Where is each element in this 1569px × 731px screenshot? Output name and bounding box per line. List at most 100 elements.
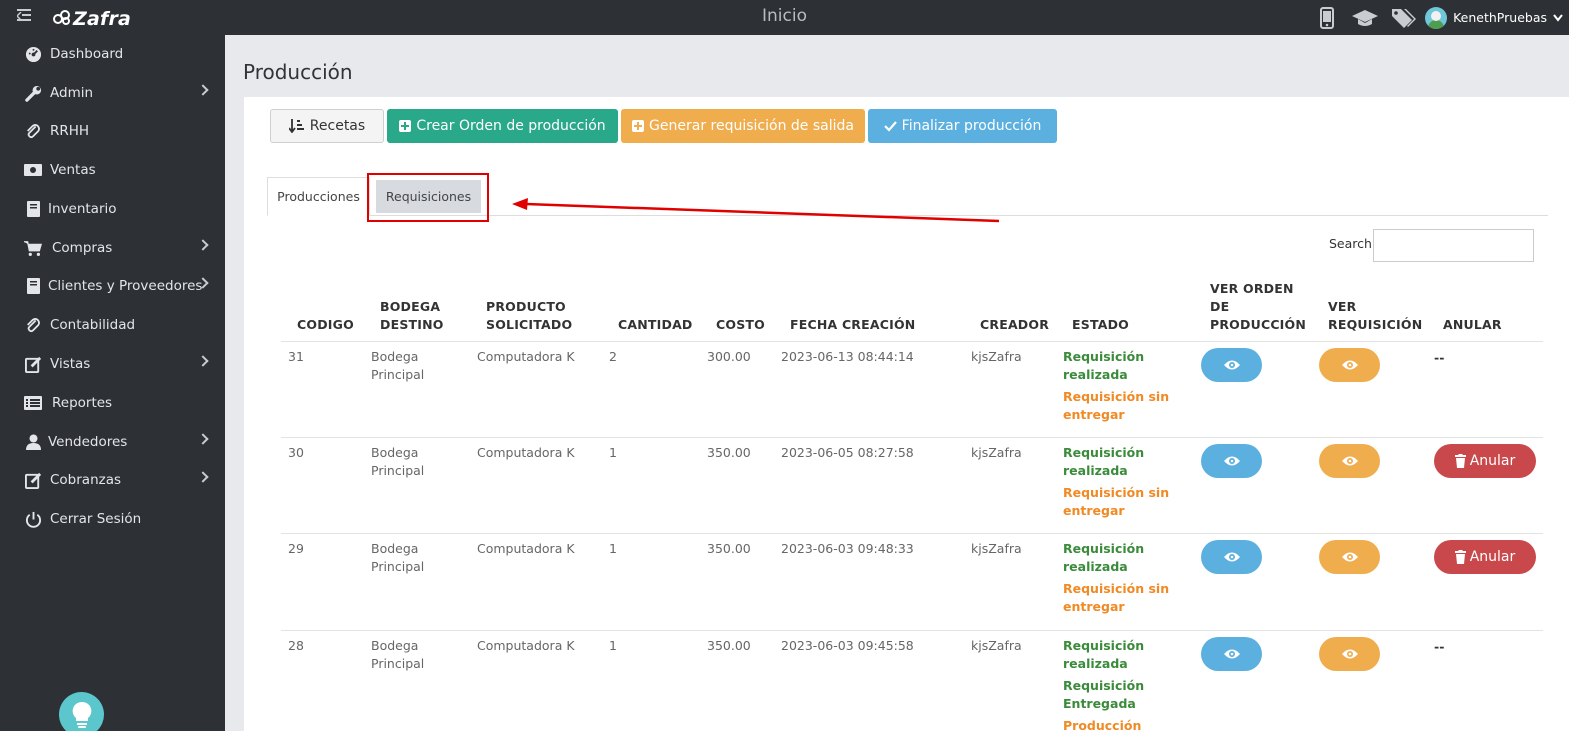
sidebar-item-contabilidad[interactable]: Contabilidad [0,307,225,343]
cell-bodega-line2: Principal [371,367,425,382]
power-icon [24,510,42,528]
crear-orden-button[interactable]: Crear Orden de producción [387,109,618,143]
sidebar-toggle-icon[interactable] [17,9,31,23]
lightbulb-help-button[interactable] [59,692,104,731]
dashboard-icon [24,45,42,63]
th-creador[interactable]: CREADOR [980,316,1049,334]
ver-requisicion-button[interactable] [1319,540,1380,574]
cell-creador: kjsZafra [971,541,1022,556]
ver-orden-button[interactable] [1201,444,1262,478]
th-cantidad[interactable]: CANTIDAD [618,316,693,334]
sidebar-item-vendedores[interactable]: Vendedores [0,424,225,460]
mobile-icon[interactable] [1313,0,1341,35]
anular-empty: -- [1434,639,1445,654]
sidebar-item-label: Vistas [50,356,91,372]
eye-icon [1223,649,1240,659]
recetas-button[interactable]: Recetas [270,109,384,143]
sidebar-item-inventario[interactable]: Inventario [0,191,225,227]
th-anular[interactable]: ANULAR [1443,316,1502,334]
status-badge: Requisición Entregada [1063,677,1173,713]
ver-requisicion-button[interactable] [1319,348,1380,382]
avatar [1425,6,1448,29]
th-ver-requisicion[interactable]: VER REQUISICIÓN [1328,298,1422,334]
search-input[interactable] [1373,229,1534,262]
sidebar-item-admin[interactable]: Admin [0,75,225,111]
ver-orden-button[interactable] [1201,540,1262,574]
tab-producciones[interactable]: Producciones [267,177,370,216]
th-ver-orden[interactable]: VER ORDEN DE PRODUCCIÓN [1210,280,1306,334]
cell-producto: Computadora K [477,445,575,460]
th-estado[interactable]: ESTADO [1072,316,1129,334]
status-line: realizada [1063,463,1128,478]
sidebar-item-compras[interactable]: Compras [0,230,225,266]
th-line: DESTINO [380,317,444,332]
sidebar-item-vistas[interactable]: Vistas [0,346,225,382]
graduation-cap-icon[interactable] [1351,0,1379,35]
ver-orden-button[interactable] [1201,637,1262,671]
ver-requisicion-button[interactable] [1319,444,1380,478]
sidebar-item-ventas[interactable]: Ventas [0,152,225,188]
wrench-icon [24,84,42,102]
sidebar-item-cobranzas[interactable]: Cobranzas [0,462,225,498]
cell-creador: kjsZafra [971,445,1022,460]
eye-icon [1341,360,1358,370]
generar-requisicion-button[interactable]: Generar requisición de salida [621,109,865,143]
cell-codigo: 31 [288,349,304,364]
sidebar-item-clientes-proveedores[interactable]: Clientes y Proveedores [0,268,225,304]
user-icon [24,433,42,451]
sidebar-item-label: Inventario [48,201,117,217]
ver-orden-button[interactable] [1201,348,1262,382]
th-bodega-destino[interactable]: BODEGA DESTINO [380,298,444,334]
th-line: PRODUCCIÓN [1210,317,1307,332]
cell-creador: kjsZafra [971,638,1022,653]
status-line: entregar [1063,407,1125,422]
sidebar-item-label: RRHH [50,123,90,139]
th-costo[interactable]: COSTO [716,316,765,334]
th-fecha-creacion[interactable]: FECHA CREACIÓN [790,316,915,334]
anular-button[interactable]: Anular [1434,444,1536,478]
app-logo[interactable]: Zafra [53,8,131,30]
cell-costo: 300.00 [707,349,751,364]
recetas-label: Recetas [309,118,366,134]
cell-costo: 350.00 [707,638,751,653]
cell-codigo: 28 [288,638,304,653]
sidebar-item-label: Clientes y Proveedores [48,278,203,294]
trash-icon [1454,550,1466,564]
anular-label: Anular [1469,549,1516,565]
tags-icon[interactable] [1389,0,1417,35]
th-line: PRODUCTO [486,299,566,314]
cell-fecha: 2023-06-03 09:48:33 [781,541,914,556]
cell-producto: Computadora K [477,638,575,653]
th-codigo[interactable]: CODIGO [297,316,354,334]
check-icon [883,120,897,132]
status-line: Requisición [1063,678,1145,693]
eye-icon [1341,649,1358,659]
status-badge: Requisición realizada [1063,540,1173,576]
cell-bodega-line2: Principal [371,463,425,478]
th-producto-solicitado[interactable]: PRODUCTO SOLICITADO [486,298,572,334]
paperclip-icon [24,122,42,140]
cell-codigo: 29 [288,541,304,556]
username: KenethPruebas [1453,10,1547,25]
table-row-divider [281,630,1543,631]
ver-requisicion-button[interactable] [1319,637,1380,671]
cell-fecha: 2023-06-13 08:44:14 [781,349,914,364]
search-label: Search: [1329,236,1377,251]
status-badge: Requisición realizada [1063,444,1173,480]
finalizar-produccion-button[interactable]: Finalizar producción [868,109,1057,143]
sidebar-item-reportes[interactable]: Reportes [0,385,225,421]
anular-label: Anular [1469,453,1516,469]
sidebar-item-cerrar-sesion[interactable]: Cerrar Sesión [0,501,225,537]
anular-button[interactable]: Anular [1434,540,1536,574]
sidebar-item-label: Contabilidad [50,317,136,333]
sidebar-item-label: Vendedores [48,434,128,450]
cell-fecha: 2023-06-05 08:27:58 [781,445,914,460]
sidebar-item-rrhh[interactable]: RRHH [0,113,225,149]
sidebar-item-dashboard[interactable]: Dashboard [0,36,225,72]
anular-empty: -- [1434,350,1445,365]
user-menu[interactable]: KenethPruebas [1425,6,1563,29]
status-line: Producción [1063,718,1142,731]
status-line: Requisición sin [1063,581,1170,596]
cell-creador: kjsZafra [971,349,1022,364]
status-badge: Requisición realizada [1063,637,1173,673]
